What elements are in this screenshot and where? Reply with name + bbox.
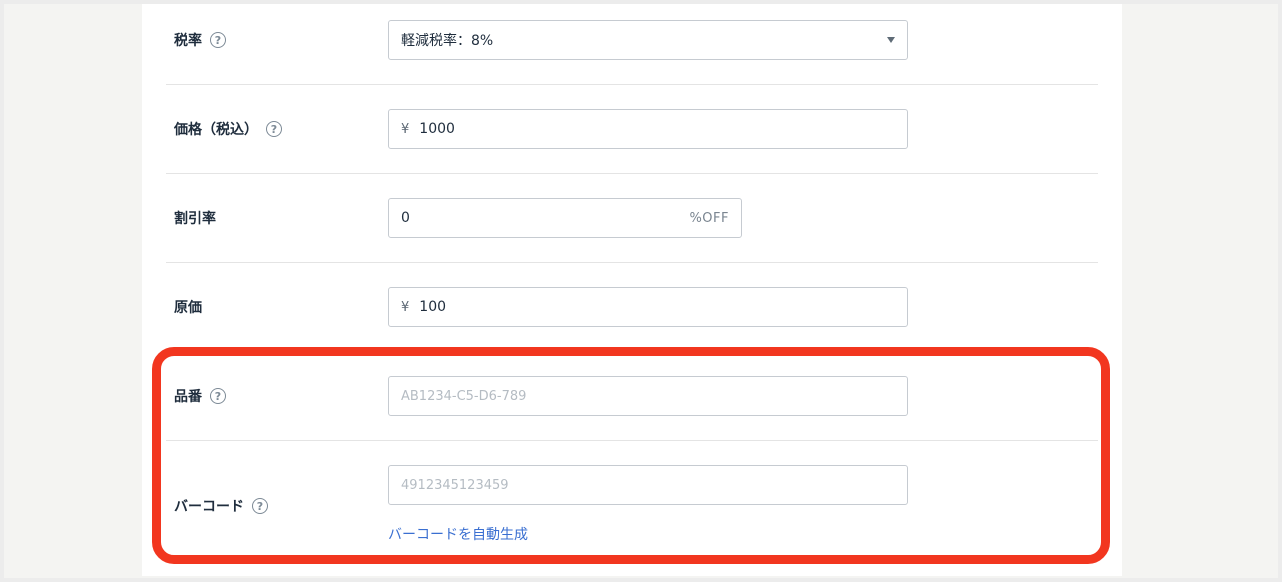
help-icon[interactable]: ? xyxy=(210,32,226,48)
price-value: 1000 xyxy=(419,121,455,137)
cost-input[interactable]: ¥ 100 xyxy=(388,287,908,327)
price-label-text: 価格（税込） xyxy=(174,122,258,138)
cost-value: 100 xyxy=(419,299,447,315)
barcode-label-text: バーコード xyxy=(174,499,244,515)
sku-label-text: 品番 xyxy=(174,389,202,405)
tax-rate-label-text: 税率 xyxy=(174,33,202,49)
percent-off-suffix: %OFF xyxy=(689,210,729,226)
barcode-placeholder: 4912345123459 xyxy=(401,477,509,493)
tax-rate-selected-value: 軽減税率：8% xyxy=(401,33,494,49)
chevron-down-icon xyxy=(887,37,895,43)
sku-label: 品番 ? xyxy=(174,386,226,406)
page-background: 税率 ? 軽減税率：8% 価格（税込） ? ¥ 1000 割引率 0 %OFF … xyxy=(0,0,1282,582)
discount-input[interactable]: 0 %OFF xyxy=(388,198,742,238)
help-icon[interactable]: ? xyxy=(252,498,268,514)
currency-prefix: ¥ xyxy=(401,299,410,315)
price-label: 価格（税込） ? xyxy=(174,119,282,139)
sku-placeholder: AB1234-C5-D6-789 xyxy=(401,388,527,404)
discount-label: 割引率 xyxy=(174,208,216,228)
discount-value: 0 xyxy=(401,210,410,226)
auto-generate-barcode-link[interactable]: バーコードを自動生成 xyxy=(388,524,528,544)
barcode-label: バーコード ? xyxy=(174,496,268,516)
cost-label: 原価 xyxy=(174,297,202,317)
help-icon[interactable]: ? xyxy=(266,121,282,137)
sku-input[interactable]: AB1234-C5-D6-789 xyxy=(388,376,908,416)
help-icon[interactable]: ? xyxy=(210,388,226,404)
discount-label-text: 割引率 xyxy=(174,211,216,227)
tax-rate-select[interactable]: 軽減税率：8% xyxy=(388,20,908,60)
tax-rate-label: 税率 ? xyxy=(174,30,226,50)
currency-prefix: ¥ xyxy=(401,121,410,137)
cost-label-text: 原価 xyxy=(174,300,202,316)
price-input[interactable]: ¥ 1000 xyxy=(388,109,908,149)
barcode-input[interactable]: 4912345123459 xyxy=(388,465,908,505)
